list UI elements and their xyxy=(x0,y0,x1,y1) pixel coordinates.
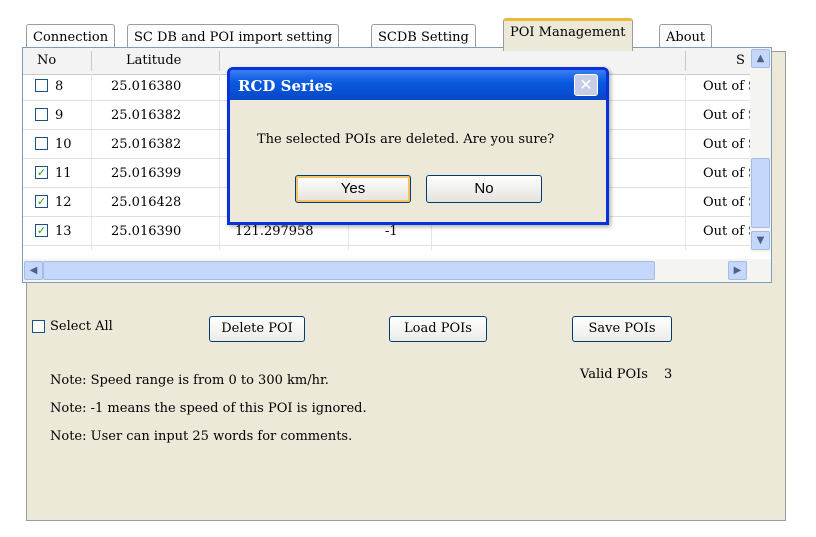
cell-latitude[interactable]: 25.016399 xyxy=(111,166,181,181)
select-all-checkbox[interactable] xyxy=(32,320,45,333)
load-pois-button[interactable]: Load POIs xyxy=(389,316,487,342)
yes-button[interactable]: Yes xyxy=(295,175,411,203)
dialog-title-bar[interactable]: RCD Series ✕ xyxy=(230,70,606,100)
save-pois-button[interactable]: Save POIs xyxy=(572,316,672,342)
vertical-scroll-thumb[interactable] xyxy=(751,158,770,228)
horizontal-scroll-thumb[interactable] xyxy=(43,261,655,280)
cell-comment[interactable]: Out of S xyxy=(703,224,757,239)
cell-longitude[interactable]: 121.297958 xyxy=(235,224,314,239)
cell-no: 10 xyxy=(55,137,72,152)
select-all-label[interactable]: Select All xyxy=(50,319,113,334)
cell-comment[interactable]: Out of S xyxy=(703,79,757,94)
cell-no: 8 xyxy=(55,79,64,94)
dialog-title: RCD Series xyxy=(238,77,333,95)
dialog-message: The selected POIs are deleted. Are you s… xyxy=(257,132,555,147)
cell-no: 13 xyxy=(55,224,72,239)
no-button[interactable]: No xyxy=(426,175,542,203)
confirm-dialog: RCD Series ✕ The selected POIs are delet… xyxy=(227,67,609,225)
cell-latitude[interactable]: 25.016380 xyxy=(111,79,181,94)
column-header-s[interactable]: S xyxy=(736,53,745,68)
row-select-checkbox[interactable]: ✓ xyxy=(35,166,48,179)
close-icon[interactable]: ✕ xyxy=(574,74,598,96)
header-divider xyxy=(685,51,686,71)
column-header-latitude[interactable]: Latitude xyxy=(126,53,181,68)
note-speed-range: Note: Speed range is from 0 to 300 km/hr… xyxy=(50,373,329,388)
tab-poi-management[interactable]: POI Management xyxy=(503,18,633,51)
vertical-scrollbar[interactable]: ▲ ▼ xyxy=(750,48,771,252)
cell-comment[interactable]: Out of S xyxy=(703,108,757,123)
cell-latitude[interactable]: 25.016428 xyxy=(111,195,181,210)
header-divider xyxy=(219,51,220,71)
scroll-down-icon[interactable]: ▼ xyxy=(751,231,770,250)
row-select-checkbox[interactable]: ✓ xyxy=(35,224,48,237)
column-header-no[interactable]: No xyxy=(37,53,56,68)
horizontal-scrollbar[interactable]: ◀ ▶ xyxy=(23,259,771,282)
row-select-checkbox[interactable] xyxy=(35,79,48,92)
cell-speed[interactable]: -1 xyxy=(385,224,398,239)
cell-no: 12 xyxy=(55,195,72,210)
scroll-up-icon[interactable]: ▲ xyxy=(751,49,770,68)
row-select-checkbox[interactable] xyxy=(35,137,48,150)
cell-no: 9 xyxy=(55,108,64,123)
scroll-right-icon[interactable]: ▶ xyxy=(728,261,747,280)
note-ignored-speed: Note: -1 means the speed of this POI is … xyxy=(50,401,367,416)
header-divider xyxy=(91,51,92,71)
cell-latitude[interactable]: 25.016382 xyxy=(111,108,181,123)
cell-no: 11 xyxy=(55,166,72,181)
valid-pois-label: Valid POIs xyxy=(580,367,648,382)
row-select-checkbox[interactable] xyxy=(35,108,48,121)
cell-latitude[interactable]: 25.016382 xyxy=(111,137,181,152)
valid-pois-count: 3 xyxy=(664,367,673,382)
delete-poi-button[interactable]: Delete POI xyxy=(209,316,305,342)
cell-latitude[interactable]: 25.016390 xyxy=(111,224,181,239)
cell-comment[interactable]: Out of S xyxy=(703,166,757,181)
cell-comment[interactable]: Out of S xyxy=(703,137,757,152)
scroll-left-icon[interactable]: ◀ xyxy=(24,261,43,280)
cell-comment[interactable]: Out of S xyxy=(703,195,757,210)
note-comment-length: Note: User can input 25 words for commen… xyxy=(50,429,353,444)
row-select-checkbox[interactable]: ✓ xyxy=(35,195,48,208)
